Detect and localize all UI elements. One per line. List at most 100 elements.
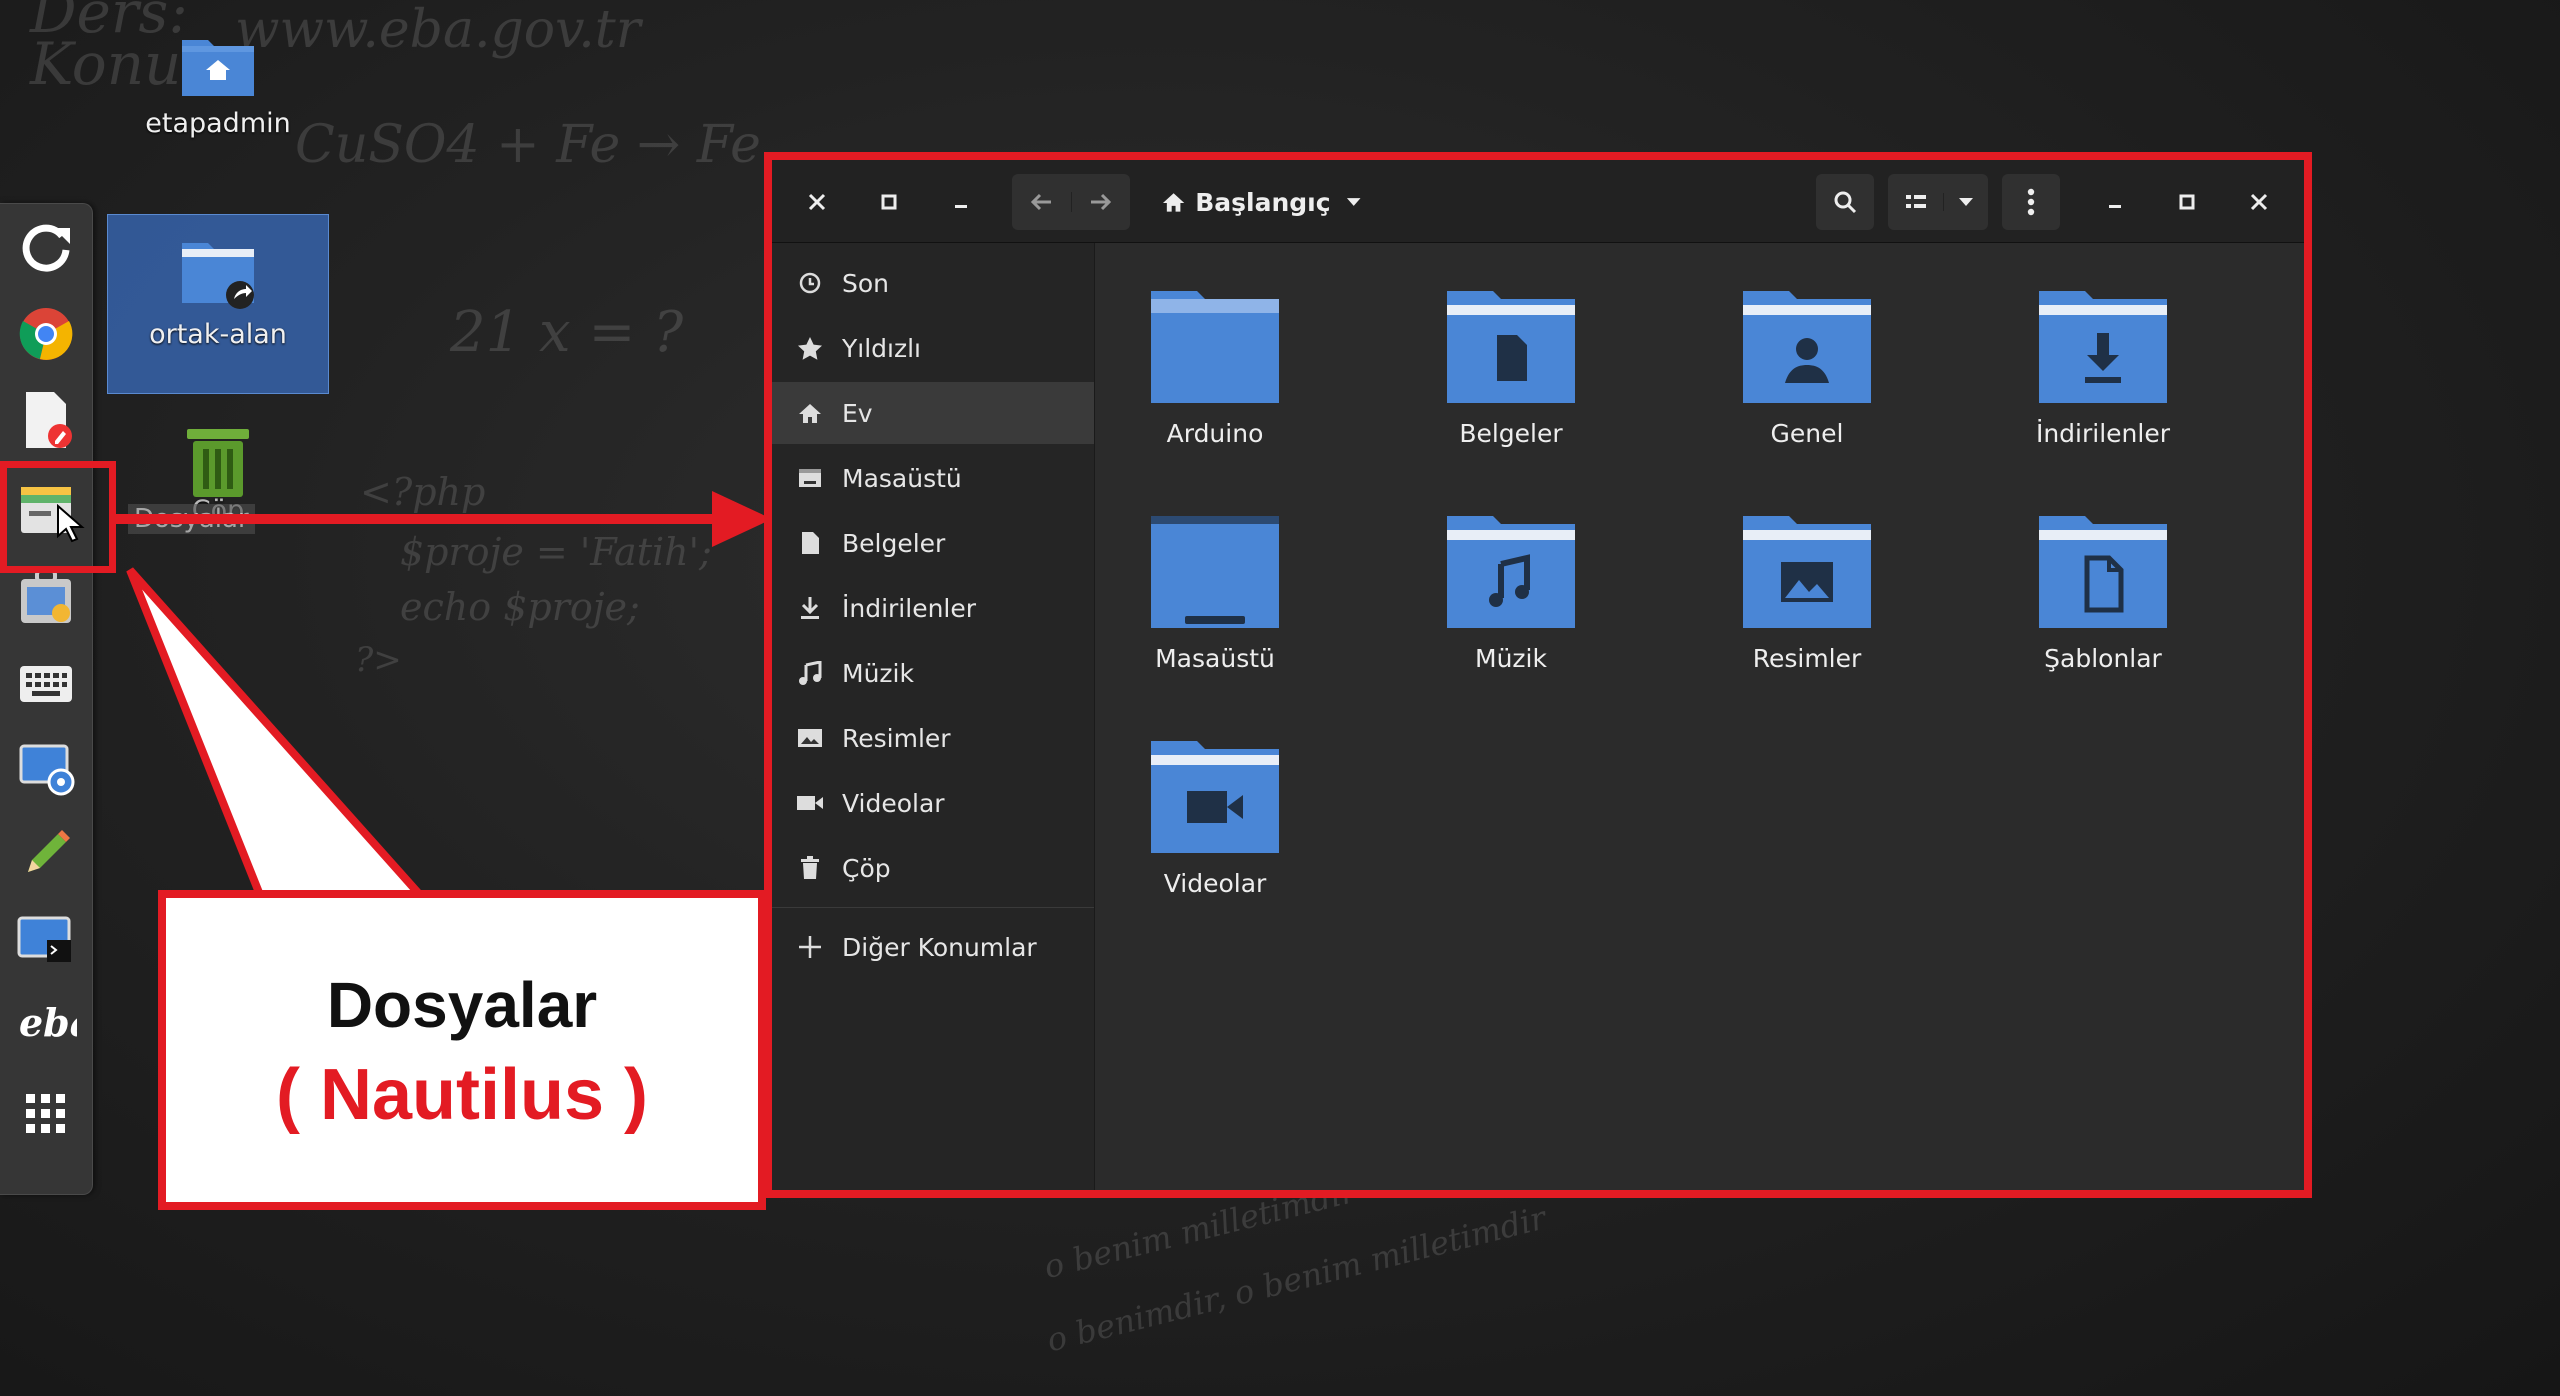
- app-grid-icon[interactable]: [12, 1080, 80, 1148]
- callout-tail: [126, 567, 429, 899]
- maximize-icon[interactable]: [2162, 174, 2212, 230]
- pencil-icon[interactable]: [12, 820, 80, 888]
- download-icon: [801, 597, 819, 619]
- chalk-text: <?php: [360, 470, 486, 514]
- folder-label: Masaüstü: [1155, 644, 1275, 673]
- folder-item[interactable]: Belgeler: [1391, 285, 1631, 448]
- folder-item[interactable]: Müzik: [1391, 510, 1631, 673]
- back-arrow-icon[interactable]: [1012, 192, 1072, 212]
- list-view-icon[interactable]: [1888, 193, 1945, 211]
- folder-label: Videolar: [1163, 869, 1267, 898]
- chalk-text: CuSO4 + Fe → Fe: [295, 115, 761, 175]
- location-button[interactable]: Başlangıç: [1162, 174, 1362, 230]
- highlight-arrow-head: [712, 491, 772, 547]
- folder-item[interactable]: Videolar: [1095, 735, 1335, 898]
- more-vertical-icon: [2027, 188, 2035, 216]
- trash-icon: [187, 429, 249, 497]
- chrome-icon[interactable]: [12, 300, 80, 368]
- download-folder-icon: [2039, 291, 2167, 403]
- sidebar-item-ev[interactable]: Ev: [772, 382, 1094, 444]
- folder-label: Belgeler: [1459, 419, 1563, 448]
- home-icon: [1162, 193, 1185, 212]
- document-icon: [802, 532, 819, 554]
- sidebar-item-label: Belgeler: [842, 528, 946, 558]
- document-folder-icon: [1447, 291, 1575, 403]
- highlight-arrow-shaft: [116, 514, 716, 524]
- plus-icon: [799, 936, 821, 958]
- eba-icon[interactable]: eba: [12, 990, 80, 1058]
- dock: eba: [0, 203, 93, 1195]
- clock-icon: [799, 272, 821, 294]
- video-icon: [797, 796, 823, 810]
- folder-label: Müzik: [1475, 644, 1547, 673]
- sidebar-item-label: Resimler: [842, 723, 951, 753]
- sidebar-item-label: Son: [842, 268, 890, 298]
- sidebar-item-label: Videolar: [842, 788, 945, 818]
- folder-item[interactable]: Şablonlar: [1983, 510, 2223, 673]
- folder-item[interactable]: Arduino: [1095, 285, 1335, 448]
- chevron-down-icon: [1346, 198, 1361, 206]
- sidebar-item-cop[interactable]: Çöp: [772, 837, 1094, 899]
- sidebar-item-label: Ev: [842, 398, 873, 428]
- desktop-icon-label: etapadmin: [145, 108, 291, 139]
- sidebar-item-belgeler[interactable]: Belgeler: [772, 512, 1094, 574]
- desktop-icon-ortak-alan[interactable]: ortak-alan: [107, 214, 329, 394]
- maximize-left-icon[interactable]: [864, 174, 914, 230]
- sidebar-item-son[interactable]: Son: [772, 252, 1094, 314]
- folder-label: İndirilenler: [2035, 419, 2171, 448]
- sidebar-item-yildizli[interactable]: Yıldızlı: [772, 317, 1094, 379]
- sidebar-item-indirilenler[interactable]: İndirilenler: [772, 577, 1094, 639]
- trash-icon: [801, 856, 819, 879]
- location-label: Başlangıç: [1195, 187, 1331, 217]
- videos-folder-icon: [1151, 741, 1279, 853]
- sidebar-item-label: Diğer Konumlar: [842, 932, 1037, 962]
- screenshot-icon[interactable]: [12, 734, 80, 802]
- header-bar: Başlangıç: [772, 158, 2308, 243]
- history-nav-group: [1012, 174, 1130, 230]
- image-icon: [798, 729, 822, 747]
- folder-item[interactable]: Masaüstü: [1095, 510, 1335, 673]
- refresh-icon[interactable]: [12, 214, 80, 282]
- callout-box: Dosyalar ( Nautilus ): [158, 890, 766, 1210]
- shared-folder-icon: [182, 243, 254, 309]
- view-options-chevron-icon[interactable]: [1944, 197, 1988, 207]
- music-folder-icon: [1447, 516, 1575, 628]
- svg-text:eba: eba: [19, 1000, 77, 1045]
- sidebar-item-masaustu[interactable]: Masaüstü: [772, 447, 1094, 509]
- search-icon: [1834, 191, 1857, 214]
- templates-folder-icon: [2039, 516, 2167, 628]
- folder-label: Genel: [1770, 419, 1844, 448]
- close-icon[interactable]: [2234, 174, 2284, 230]
- search-button[interactable]: [1816, 174, 1874, 230]
- software-center-icon[interactable]: [12, 564, 80, 632]
- folder-icon: [1151, 291, 1279, 403]
- desktop-icon-etapadmin[interactable]: etapadmin: [107, 30, 329, 139]
- forward-arrow-icon[interactable]: [1072, 192, 1131, 212]
- folder-label: Resimler: [1752, 644, 1862, 673]
- terminal-icon[interactable]: [12, 906, 80, 974]
- minimize-icon[interactable]: [2090, 174, 2140, 230]
- folder-label: Arduino: [1166, 419, 1264, 448]
- view-toggle-group: [1888, 174, 1988, 230]
- folder-item[interactable]: Resimler: [1687, 510, 1927, 673]
- sidebar-item-videolar[interactable]: Videolar: [772, 772, 1094, 834]
- document-editor-icon[interactable]: [12, 386, 80, 454]
- folder-item[interactable]: İndirilenler: [1983, 285, 2223, 448]
- sidebar-item-label: İndirilenler: [842, 593, 977, 623]
- home-icon: [799, 404, 821, 423]
- callout-title: Dosyalar: [326, 969, 598, 1041]
- sidebar-item-label: Masaüstü: [842, 463, 962, 493]
- sidebar-item-other-locations[interactable]: Diğer Konumlar: [772, 916, 1094, 978]
- pictures-folder-icon: [1743, 516, 1871, 628]
- music-icon: [799, 661, 822, 685]
- keyboard-icon[interactable]: [12, 650, 80, 718]
- close-left-icon[interactable]: [792, 174, 842, 230]
- minimize-left-icon[interactable]: [936, 174, 986, 230]
- file-manager-window: Başlangıç Son Yıldızlı Ev Masaüstü Belge…: [772, 158, 2308, 1190]
- folder-item[interactable]: Genel: [1687, 285, 1927, 448]
- desktop-icon-label: ortak-alan: [149, 319, 287, 350]
- sidebar-item-muzik[interactable]: Müzik: [772, 642, 1094, 704]
- menu-button[interactable]: [2002, 174, 2060, 230]
- sidebar-item-resimler[interactable]: Resimler: [772, 707, 1094, 769]
- folder-label: Şablonlar: [2044, 644, 2162, 673]
